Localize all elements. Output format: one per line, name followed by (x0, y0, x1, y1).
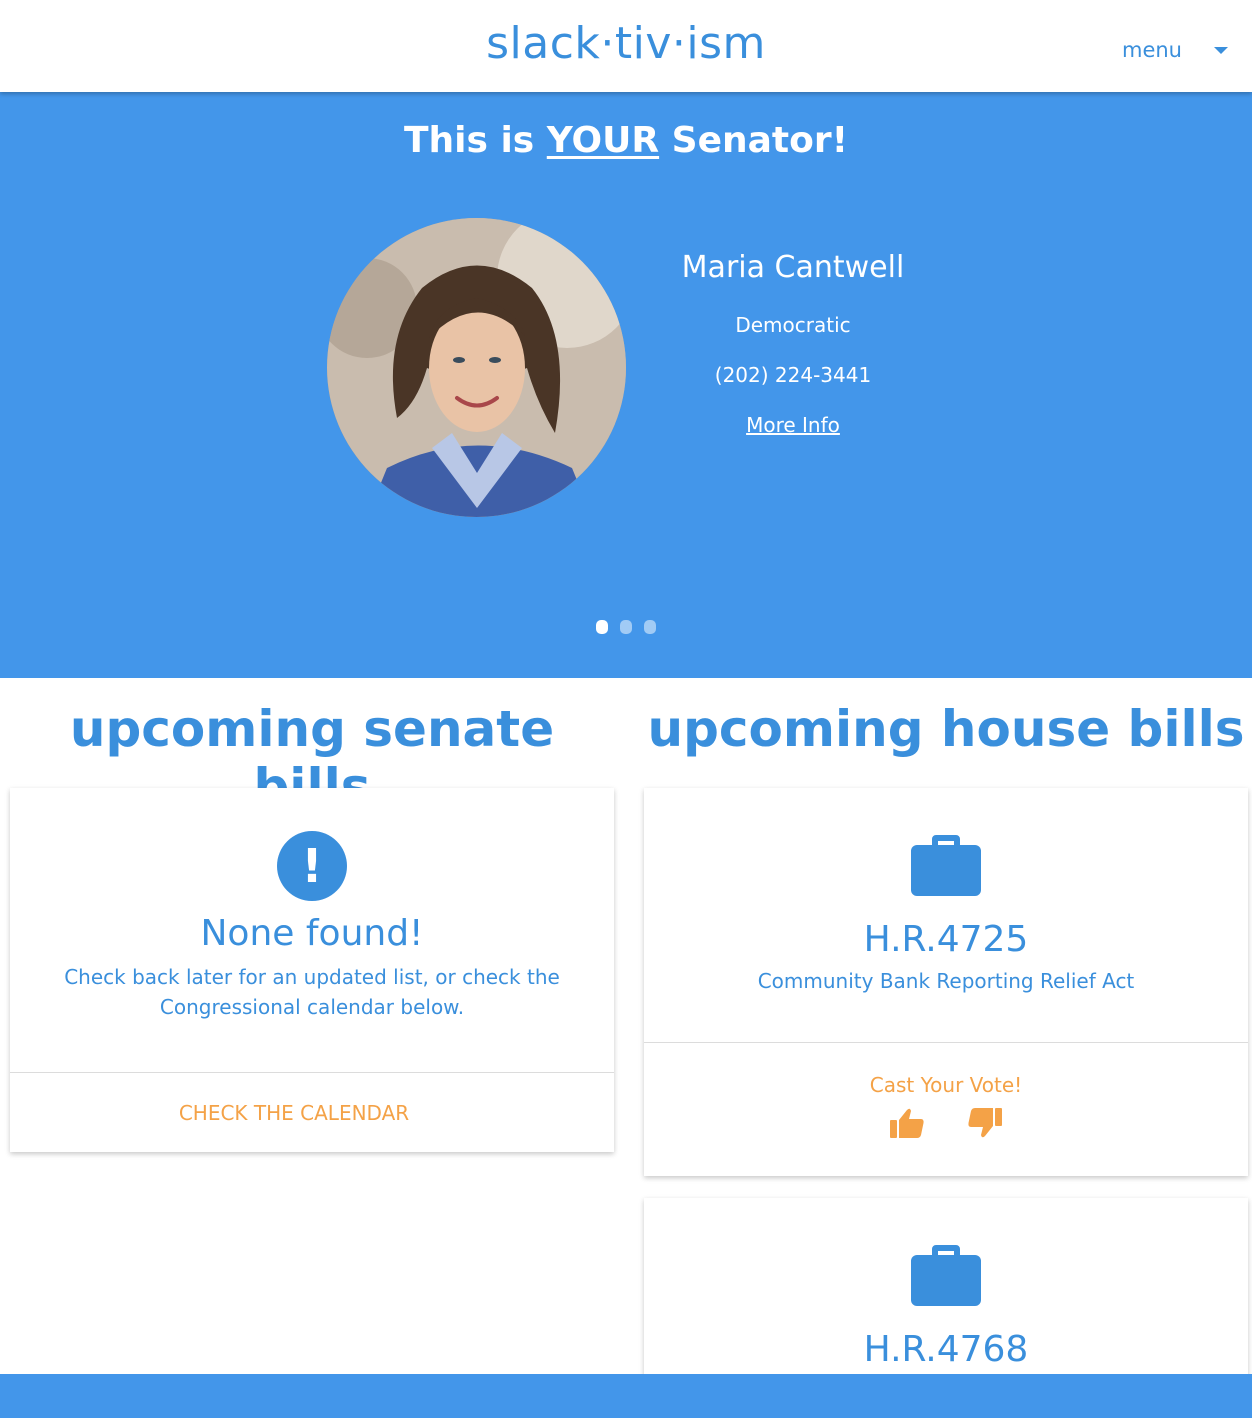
senator-photo (327, 218, 626, 517)
bill-number[interactable]: H.R.4768 (644, 1329, 1248, 1370)
senate-empty-card-body: ! None found! Check back later for an up… (10, 788, 614, 1072)
briefcase-icon (911, 835, 981, 896)
thumbs-down-icon[interactable] (967, 1107, 1003, 1139)
empty-state-message: Check back later for an updated list, or… (64, 965, 560, 1019)
senator-phone: (202) 224-3441 (714, 363, 872, 387)
senator-name: Maria Cantwell (681, 250, 905, 285)
house-bills-heading: upcoming house bills (647, 700, 1245, 758)
bill-number[interactable]: H.R.4725 (644, 919, 1248, 960)
hero-title-emphasis: YOUR (546, 120, 660, 161)
menu-label: menu (1122, 38, 1182, 62)
vote-buttons (644, 1107, 1248, 1139)
bill-title: Community Bank Reporting Relief Act (757, 969, 1135, 993)
site-logo[interactable]: slack·tiv·ism (0, 18, 1252, 69)
top-navbar: slack·tiv·ism menu (0, 0, 1252, 92)
bill-card-body: H.R.4725 Community Bank Reporting Relief… (644, 788, 1248, 1042)
hero-title-prefix: This is (403, 120, 547, 161)
footer-bar (0, 1374, 1252, 1418)
card-divider (10, 1072, 614, 1073)
senator-party: Democratic (735, 313, 851, 337)
senate-empty-card: ! None found! Check back later for an up… (10, 788, 614, 1152)
thumbs-up-icon[interactable] (889, 1107, 925, 1139)
empty-state-title: None found! (200, 913, 424, 954)
carousel-dot-2[interactable] (620, 620, 632, 634)
carousel-indicators (0, 620, 1252, 634)
exclamation-circle-icon: ! (277, 831, 347, 901)
briefcase-icon (911, 1245, 981, 1306)
more-info-link[interactable]: More Info (746, 413, 840, 437)
carousel-dot-3[interactable] (644, 620, 656, 634)
senator-carousel: This is YOUR Senator! Maria Cantwell Dem… (0, 92, 1252, 678)
hero-title: This is YOUR Senator! (0, 120, 1252, 161)
caret-down-icon (1214, 46, 1228, 54)
menu-dropdown-button[interactable]: menu (1122, 38, 1228, 62)
senator-info: Maria Cantwell Democratic (202) 224-3441… (640, 250, 946, 437)
vote-section: Cast Your Vote! (644, 1043, 1248, 1139)
senator-portrait-illustration (327, 218, 626, 517)
house-bill-card: H.R.4725 Community Bank Reporting Relief… (644, 788, 1248, 1176)
cast-vote-label: Cast Your Vote! (869, 1073, 1023, 1097)
carousel-dot-1[interactable] (596, 620, 608, 634)
bill-card-body: H.R.4768 (644, 1198, 1248, 1370)
check-calendar-link[interactable]: CHECK THE CALENDAR (0, 1101, 614, 1125)
hero-title-suffix: Senator! (659, 120, 849, 161)
